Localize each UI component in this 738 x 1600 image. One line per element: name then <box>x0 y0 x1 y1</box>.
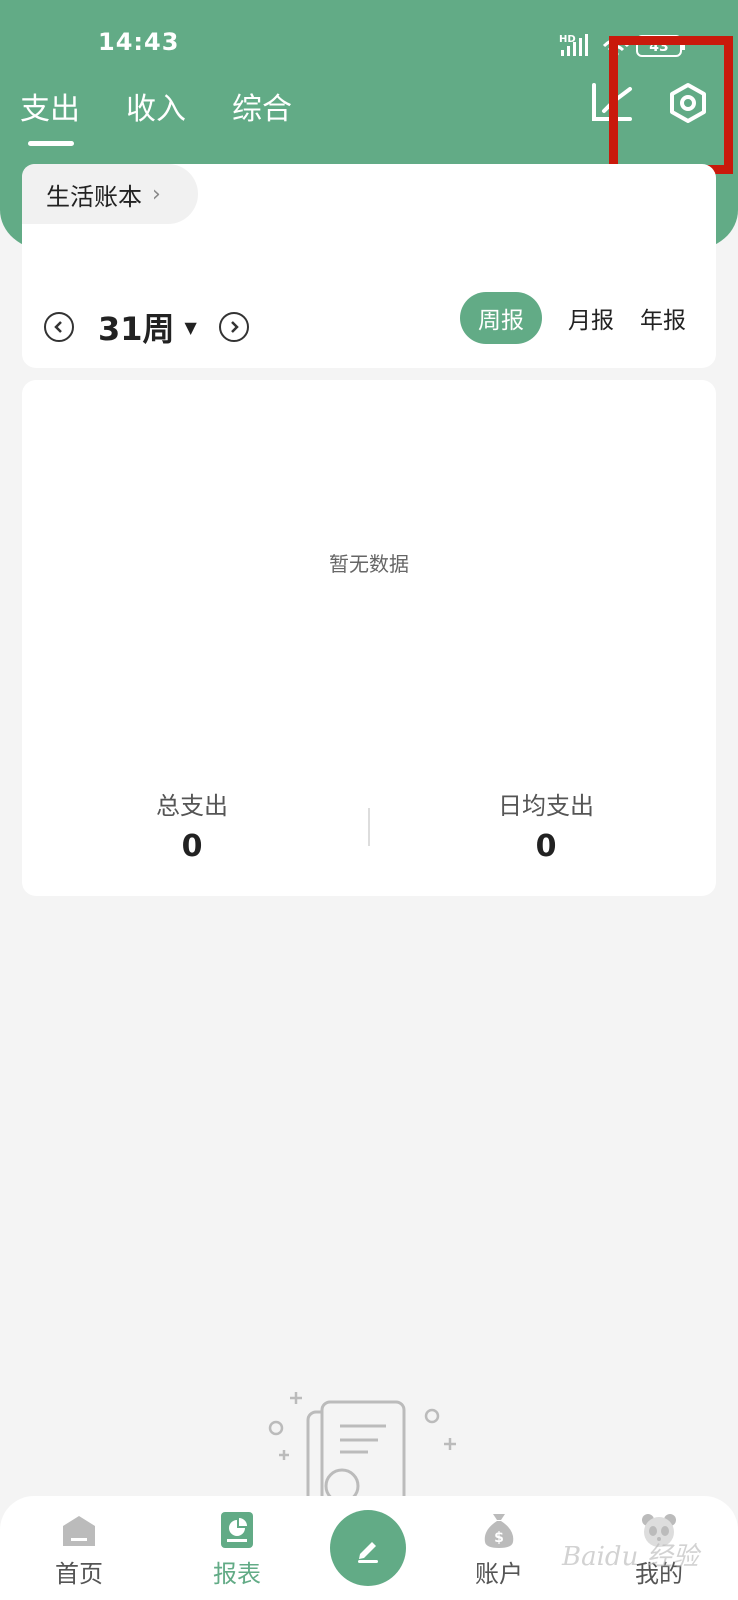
account-book-label: 生活账本 <box>46 182 142 211</box>
add-record-button[interactable] <box>330 1510 406 1586</box>
nav-home-label: 首页 <box>55 1560 103 1588</box>
total-expense-label: 总支出 <box>156 792 228 820</box>
account-book-selector[interactable]: 生活账本 › <box>22 164 198 224</box>
tab-yearly[interactable]: 年报 <box>640 301 686 335</box>
pencil-icon <box>358 1542 378 1563</box>
daily-expense-value: 0 <box>535 829 557 864</box>
status-time: 14:43 <box>98 28 180 56</box>
nav-report-label: 报表 <box>213 1560 261 1588</box>
period-card: 生活账本 › 31周 ▼ 周报 月报 年报 <box>22 164 716 368</box>
week-label[interactable]: 31周 <box>98 304 175 350</box>
highlight-annotation-box <box>609 36 733 174</box>
stat-divider <box>368 808 370 846</box>
caret-down-icon[interactable]: ▼ <box>185 318 197 337</box>
report-icon <box>221 1512 253 1548</box>
empty-state-text: 暂无数据 <box>329 552 409 576</box>
tab-monthly[interactable]: 月报 <box>568 301 614 335</box>
tab-income[interactable]: 收入 <box>126 84 186 128</box>
empty-illustration-icon <box>268 1392 456 1512</box>
daily-expense-stat: 日均支出 0 <box>376 786 716 864</box>
total-expense-value: 0 <box>181 829 203 864</box>
tab-weekly[interactable]: 周报 <box>460 292 542 344</box>
nav-account-label: 账户 <box>475 1560 523 1588</box>
home-icon <box>63 1516 95 1546</box>
next-week-button[interactable] <box>218 312 249 342</box>
chevron-right-icon: › <box>152 181 161 207</box>
nav-report[interactable]: 报表 <box>182 1510 292 1589</box>
daily-expense-label: 日均支出 <box>498 792 594 820</box>
chevron-right-icon <box>230 321 239 333</box>
tab-overview[interactable]: 综合 <box>232 84 292 128</box>
money-bag-icon: $ <box>484 1514 514 1548</box>
nav-home[interactable]: 首页 <box>24 1510 134 1589</box>
baidu-watermark: Baidu 经验 <box>562 1542 699 1572</box>
prev-week-button[interactable] <box>44 312 74 342</box>
chart-card: 暂无数据 总支出 0 日均支出 0 <box>22 380 716 896</box>
report-period-tabs: 周报 月报 年报 <box>460 292 686 344</box>
svg-text:$: $ <box>494 1530 504 1546</box>
chevron-left-icon <box>54 321 62 333</box>
nav-account[interactable]: $ 账户 <box>444 1510 554 1589</box>
week-navigator: 31周 ▼ <box>44 304 249 350</box>
total-expense-stat: 总支出 0 <box>22 786 362 864</box>
top-tabs: 支出 收入 综合 <box>20 84 338 146</box>
tab-expense[interactable]: 支出 <box>20 84 80 146</box>
